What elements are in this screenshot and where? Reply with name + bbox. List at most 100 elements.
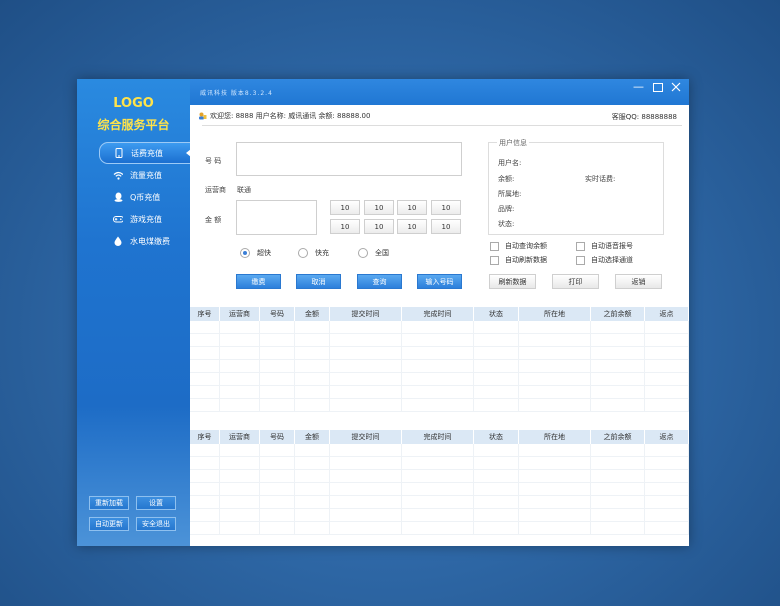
number-input[interactable] xyxy=(236,142,462,176)
table-cell xyxy=(402,399,474,411)
amount-input[interactable] xyxy=(236,200,317,235)
amount-option-button[interactable]: 10 xyxy=(330,200,360,215)
table-cell xyxy=(190,360,220,372)
column-header[interactable]: 之前余额 xyxy=(591,307,645,321)
table-cell xyxy=(645,360,689,372)
checkbox-auto-query-balance[interactable]: 自动查询余额 xyxy=(490,241,547,251)
column-header[interactable]: 提交时间 xyxy=(330,430,402,444)
table-row[interactable] xyxy=(190,483,689,496)
radio-super-fast[interactable]: 超快 xyxy=(240,248,271,258)
table-row[interactable] xyxy=(190,496,689,509)
table-cell xyxy=(402,483,474,495)
table-row[interactable] xyxy=(190,522,689,535)
table-row[interactable] xyxy=(190,399,689,412)
table-cell xyxy=(474,496,519,508)
checkbox-auto-voice-report[interactable]: 自动语音报号 xyxy=(576,241,633,251)
table-row[interactable] xyxy=(190,444,689,457)
amount-option-button[interactable]: 10 xyxy=(397,200,427,215)
table-row[interactable] xyxy=(190,321,689,334)
rebate-button[interactable]: 返销 xyxy=(615,274,662,289)
column-header[interactable]: 返点 xyxy=(645,430,689,444)
maximize-icon[interactable] xyxy=(653,82,663,95)
table-cell xyxy=(260,444,295,456)
minimize-icon[interactable]: — xyxy=(633,80,644,93)
radio-nationwide[interactable]: 全国 xyxy=(358,248,389,258)
amount-option-button[interactable]: 10 xyxy=(330,219,360,234)
radio-fast[interactable]: 快充 xyxy=(298,248,329,258)
column-header[interactable]: 金额 xyxy=(295,307,330,321)
table-cell xyxy=(190,522,220,534)
column-header[interactable]: 金额 xyxy=(295,430,330,444)
table-cell xyxy=(330,334,402,346)
table-cell xyxy=(330,373,402,385)
settings-button[interactable]: 设置 xyxy=(136,496,176,510)
table-cell xyxy=(190,457,220,469)
auto-update-button[interactable]: 自动更新 xyxy=(89,517,129,531)
table-row[interactable] xyxy=(190,334,689,347)
column-header[interactable]: 序号 xyxy=(190,430,220,444)
realtime-fee-label: 实时话费: xyxy=(585,175,616,183)
phone-icon xyxy=(114,148,124,158)
table-cell xyxy=(402,360,474,372)
column-header[interactable]: 运营商 xyxy=(220,430,260,444)
table-row[interactable] xyxy=(190,457,689,470)
table-cell xyxy=(645,509,689,521)
checkbox-auto-refresh[interactable]: 自动刷新数据 xyxy=(490,255,547,265)
table-row[interactable] xyxy=(190,470,689,483)
table-cell xyxy=(474,509,519,521)
column-header[interactable]: 序号 xyxy=(190,307,220,321)
refresh-data-button[interactable]: 刷新数据 xyxy=(489,274,536,289)
query-button[interactable]: 查询 xyxy=(357,274,402,289)
table-cell xyxy=(591,321,645,333)
table-cell xyxy=(645,496,689,508)
table-row[interactable] xyxy=(190,373,689,386)
sidebar-item-data-recharge[interactable]: 流量充值 xyxy=(99,164,191,186)
amount-option-button[interactable]: 10 xyxy=(397,219,427,234)
column-header[interactable]: 完成时间 xyxy=(402,307,474,321)
table-cell xyxy=(591,360,645,372)
pay-button[interactable]: 缴费 xyxy=(236,274,281,289)
amount-option-button[interactable]: 10 xyxy=(364,219,394,234)
sidebar-item-label: 水电煤缴费 xyxy=(130,236,170,246)
input-number-button[interactable]: 输入号码 xyxy=(417,274,462,289)
column-header[interactable]: 完成时间 xyxy=(402,430,474,444)
sidebar-item-label: 游戏充值 xyxy=(130,214,162,224)
table-row[interactable] xyxy=(190,509,689,522)
cancel-button[interactable]: 取消 xyxy=(296,274,341,289)
table-row[interactable] xyxy=(190,386,689,399)
number-label: 号 码 xyxy=(205,157,222,165)
column-header[interactable]: 所在地 xyxy=(519,307,591,321)
column-header[interactable]: 状态 xyxy=(474,307,519,321)
safe-exit-button[interactable]: 安全退出 xyxy=(136,517,176,531)
table-cell xyxy=(190,347,220,359)
main-panel: 欢迎您: 8888 用户名称: 威讯通讯 余额: 88888.00 客服QQ: … xyxy=(190,105,689,546)
sidebar-item-game-recharge[interactable]: 游戏充值 xyxy=(99,208,191,230)
print-button[interactable]: 打印 xyxy=(552,274,599,289)
table-cell xyxy=(330,321,402,333)
amount-option-button[interactable]: 10 xyxy=(431,219,461,234)
sidebar-item-utility-payment[interactable]: 水电煤缴费 xyxy=(99,230,191,252)
column-header[interactable]: 所在地 xyxy=(519,430,591,444)
sidebar-item-qcoin-recharge[interactable]: Q币充值 xyxy=(99,186,191,208)
table-cell xyxy=(591,373,645,385)
sidebar-item-phone-recharge[interactable]: 话费充值 xyxy=(99,142,191,164)
column-header[interactable]: 提交时间 xyxy=(330,307,402,321)
column-header[interactable]: 之前余额 xyxy=(591,430,645,444)
logo: LOGO 综合服务平台 xyxy=(77,96,190,133)
column-header[interactable]: 运营商 xyxy=(220,307,260,321)
table-row[interactable] xyxy=(190,347,689,360)
table-cell xyxy=(402,457,474,469)
amount-option-button[interactable]: 10 xyxy=(431,200,461,215)
column-header[interactable]: 状态 xyxy=(474,430,519,444)
reload-button[interactable]: 重新加载 xyxy=(89,496,129,510)
column-header[interactable]: 号码 xyxy=(260,307,295,321)
column-header[interactable]: 返点 xyxy=(645,307,689,321)
amount-option-button[interactable]: 10 xyxy=(364,200,394,215)
close-icon[interactable] xyxy=(671,82,681,95)
table-row[interactable] xyxy=(190,360,689,373)
column-header[interactable]: 号码 xyxy=(260,430,295,444)
table-cell xyxy=(402,347,474,359)
table-cell xyxy=(645,483,689,495)
checkbox-auto-select-channel[interactable]: 自动选择通道 xyxy=(576,255,633,265)
table-cell xyxy=(474,444,519,456)
